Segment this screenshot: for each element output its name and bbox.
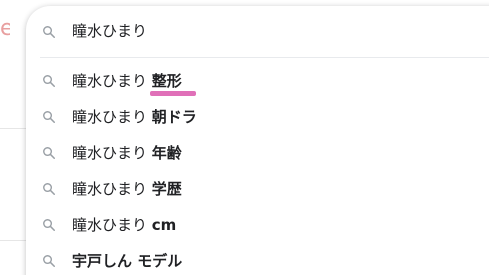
background-divider: [0, 128, 26, 129]
search-icon: [43, 111, 56, 124]
divider: [40, 57, 489, 58]
suggestion-prefix: 瞳水ひまり: [72, 216, 152, 234]
search-icon: [43, 26, 56, 39]
suggestion-item[interactable]: 瞳水ひまり 整形: [26, 63, 489, 99]
search-icon: [43, 183, 56, 196]
background-divider: [0, 240, 26, 241]
suggestion-completion: 宇戸しん モデル: [72, 252, 183, 270]
suggestion-text: 瞳水ひまり 整形: [72, 70, 196, 96]
suggestion-text: 瞳水ひまり 年齢: [72, 142, 182, 164]
suggestion-item[interactable]: 宇戸しん モデル: [26, 243, 489, 275]
logo-fragment: e: [0, 16, 10, 41]
suggestion-prefix: 瞳水ひまり: [72, 144, 152, 162]
suggestion-completion: 朝ドラ: [151, 108, 197, 126]
search-icon: [43, 147, 56, 160]
search-box[interactable]: [26, 6, 489, 56]
suggestion-prefix: 瞳水ひまり: [72, 108, 152, 126]
search-icon: [43, 75, 56, 88]
suggestion-item[interactable]: 瞳水ひまり 年齢: [26, 135, 489, 171]
search-input[interactable]: [72, 20, 472, 42]
annotation-underline: [149, 91, 196, 96]
suggestion-completion: 年齢: [151, 144, 182, 162]
suggestion-completion: cm: [151, 216, 177, 234]
search-autocomplete-dropdown: 瞳水ひまり 整形 瞳水ひまり 朝ドラ 瞳水ひまり 年齢: [26, 6, 489, 275]
suggestion-text: 瞳水ひまり 朝ドラ: [72, 106, 197, 128]
suggestion-text: 宇戸しん モデル: [72, 250, 182, 272]
search-icon: [43, 219, 56, 232]
suggestion-prefix: 瞳水ひまり: [72, 72, 152, 90]
highlighted-term: 整形: [149, 70, 196, 96]
suggestion-completion: 学歴: [151, 180, 182, 198]
suggestion-item[interactable]: 瞳水ひまり 朝ドラ: [26, 99, 489, 135]
search-page: e 瞳水ひまり 整形 瞳水: [0, 0, 489, 275]
suggestion-item[interactable]: 瞳水ひまり 学歴: [26, 171, 489, 207]
search-icon: [43, 255, 56, 268]
suggestion-prefix: 瞳水ひまり: [72, 180, 152, 198]
suggestion-item[interactable]: 瞳水ひまり cm: [26, 207, 489, 243]
suggestion-text: 瞳水ひまり 学歴: [72, 178, 182, 200]
suggestion-list: 瞳水ひまり 整形 瞳水ひまり 朝ドラ 瞳水ひまり 年齢 瞳水ひまり 学歴 瞳水ひ…: [26, 63, 489, 275]
suggestion-completion: 整形: [151, 72, 182, 90]
suggestion-text: 瞳水ひまり cm: [72, 214, 176, 236]
